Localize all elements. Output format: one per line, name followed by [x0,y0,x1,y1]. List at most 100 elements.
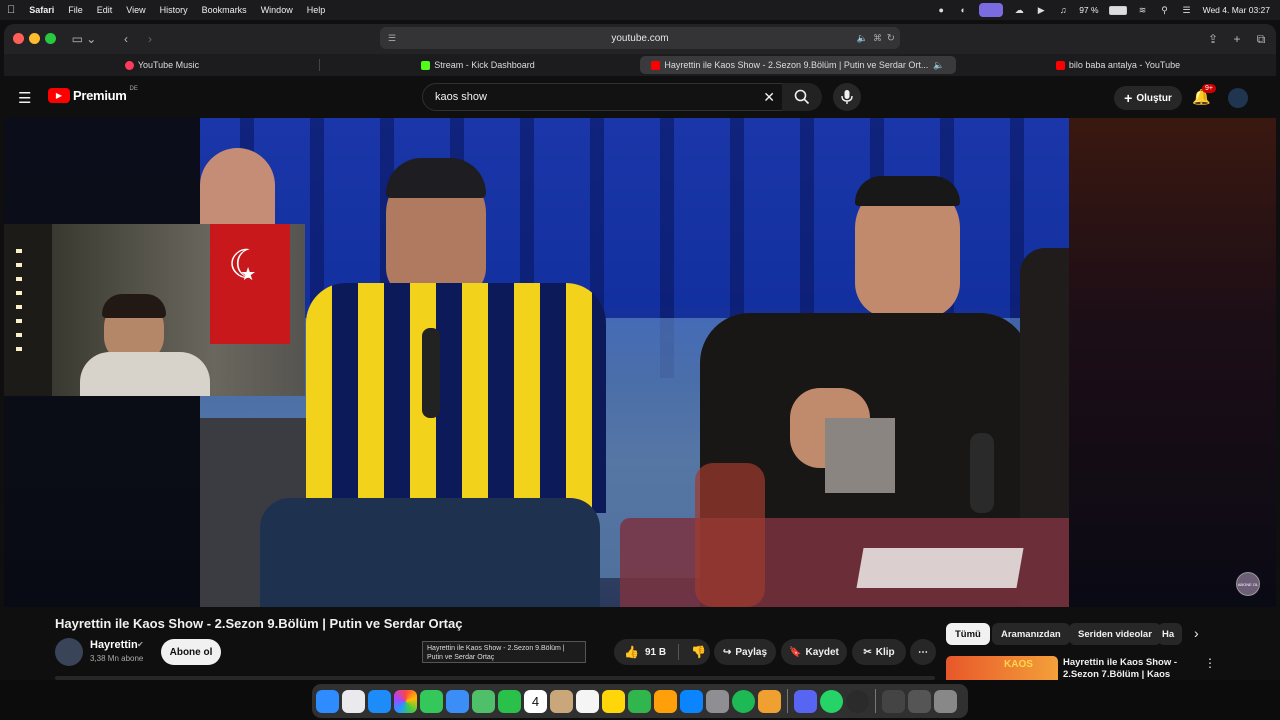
notifications-button[interactable]: 🔔 9+ [1192,84,1216,107]
menu-window[interactable]: Window [254,5,300,15]
system-settings-icon[interactable] [706,689,729,713]
channel-avatar[interactable] [55,638,83,666]
new-tab-icon[interactable]: + [1228,29,1246,49]
video-player[interactable]: ☾ ★ ABONE OL [4,118,1276,607]
numbers-icon[interactable] [628,689,651,713]
record-indicator-icon[interactable]: ● [935,5,947,15]
chip-more[interactable]: Ha [1158,623,1182,645]
clear-search-icon[interactable]: ✕ [763,89,775,106]
minimized-window-2-icon[interactable] [908,689,931,713]
tab-label: YouTube Music [137,60,200,70]
voice-search-button[interactable] [833,83,861,111]
menu-safari[interactable]: Safari [22,5,61,15]
macos-menubar:  Safari File Edit View History Bookmark… [0,0,1280,20]
forward-icon[interactable]: › [140,29,160,49]
chip-from-search[interactable]: Aramanızdan [992,623,1070,645]
safari-icon[interactable] [368,689,391,713]
subscriber-count: 3,38 Mn abone [90,654,144,663]
hamburger-menu-icon[interactable]: ☰ [18,89,31,107]
battery-icon[interactable] [1108,5,1127,15]
tab-overview-icon[interactable]: ⧉ [1252,29,1270,49]
obs-icon[interactable]: ◐ [957,5,969,15]
spotlight-search-icon[interactable]: ⚲ [1159,5,1171,15]
subscribe-button[interactable]: Abone ol [161,639,221,665]
back-icon[interactable]: ‹ [116,29,136,49]
menu-file[interactable]: File [61,5,90,15]
search-button[interactable] [782,83,822,111]
microphone-icon [841,90,853,104]
menu-view[interactable]: View [119,5,152,15]
search-input[interactable]: kaos show ✕ [422,83,792,111]
menubar-clock[interactable]: Wed 4. Mar 03:27 [1203,5,1270,15]
close-window-button[interactable] [13,33,24,44]
utility-app-icon[interactable] [758,689,781,713]
tab-audio-icon[interactable]: 🔈 [933,60,944,71]
watermark-text: ABONE OL [1237,581,1259,587]
chip-all[interactable]: Tümü [946,623,990,645]
more-actions-button[interactable]: ⋯ [910,639,936,665]
calendar-icon[interactable]: 4 [524,689,547,713]
trash-icon[interactable] [934,689,957,713]
messages-icon[interactable] [420,689,443,713]
play-icon[interactable]: ▶ [1035,5,1047,15]
tab-youtube-music[interactable]: YouTube Music [4,54,320,76]
address-bar[interactable]: ☰ youtube.com 🔈 ⌘ ↻ [380,27,900,49]
tab-kaos-show-active[interactable]: Hayrettin ile Kaos Show - 2.Sezon 9.Bölü… [640,56,956,74]
video-frame[interactable] [200,118,1069,607]
minimized-window-icon[interactable] [882,689,905,713]
safari-toolbar: ▭ ⌄ ‹ › ☰ youtube.com 🔈 ⌘ ↻ ⇪ + ⧉ [4,24,1276,54]
sidebar-toggle-icon[interactable]: ▭ ⌄ [66,29,102,49]
menu-edit[interactable]: Edit [90,5,120,15]
menu-help[interactable]: Help [300,5,333,15]
control-center-icon[interactable]: ☰ [1181,5,1193,15]
share-button[interactable]: ↪ Paylaş [714,639,776,665]
clip-button[interactable]: ✂ Klip [852,639,906,665]
youtube-premium-logo[interactable]: ▶ Premium DE [48,86,138,103]
reminders-icon[interactable] [576,689,599,713]
tab-kick-dashboard[interactable]: Stream - Kick Dashboard [320,54,636,76]
like-button[interactable]: 👍 91 B [624,645,666,659]
subscribe-label: Abone ol [169,646,213,658]
page-menu-icon[interactable]: ☰ [388,33,396,44]
contacts-icon[interactable] [550,689,573,713]
create-button[interactable]: + Oluştur [1114,86,1182,110]
discord-icon[interactable] [794,689,817,713]
chips-next-chevron-icon[interactable]: › [1194,625,1199,641]
minimize-window-button[interactable] [29,33,40,44]
wifi-icon[interactable]: ≋ [1137,5,1149,15]
thumbs-up-icon: 👍 [624,645,639,659]
recommendation-menu-icon[interactable]: ⋮ [1204,656,1216,670]
chip-series[interactable]: Seriden videolar [1069,623,1161,645]
headphones-icon[interactable]: ♫ [1057,5,1069,15]
mail-icon[interactable] [446,689,469,713]
dislike-button[interactable]: 👎 [691,645,706,659]
translate-icon[interactable]: ⌘ [873,33,882,44]
avatar[interactable] [1228,88,1248,108]
spotify-icon[interactable] [732,689,755,713]
tab-bilo-baba[interactable]: bilo baba antalya - YouTube [960,54,1276,76]
launchpad-icon[interactable] [342,689,365,713]
watermark-subscribe-icon[interactable]: ABONE OL [1236,572,1260,596]
reload-icon[interactable]: ↻ [887,33,895,44]
screen-share-icon[interactable] [979,3,1004,17]
photos-icon[interactable] [394,689,417,713]
facetime-icon[interactable] [498,689,521,713]
recommendation-thumbnail[interactable]: KAOS [946,656,1058,680]
channel-name[interactable]: Hayrettin [90,639,138,651]
cloud-icon[interactable]: ☁ [1013,5,1025,15]
whatsapp-icon[interactable] [820,689,843,713]
save-button[interactable]: 🔖 Kaydet [781,639,847,665]
share-icon[interactable]: ⇪ [1204,29,1222,49]
notes-icon[interactable] [602,689,625,713]
maps-icon[interactable] [472,689,495,713]
menu-bookmarks[interactable]: Bookmarks [195,5,254,15]
menu-history[interactable]: History [153,5,195,15]
app-store-icon[interactable] [680,689,703,713]
obs-studio-icon[interactable] [846,689,869,713]
finder-icon[interactable] [316,689,339,713]
pages-icon[interactable] [654,689,677,713]
apple-menu-icon[interactable]:  [0,4,22,16]
recommendation-title[interactable]: Hayrettin ile Kaos Show - 2.Sezon 7.Bölü… [1063,657,1203,680]
audio-playing-icon[interactable]: 🔈 [857,33,868,44]
zoom-window-button[interactable] [45,33,56,44]
